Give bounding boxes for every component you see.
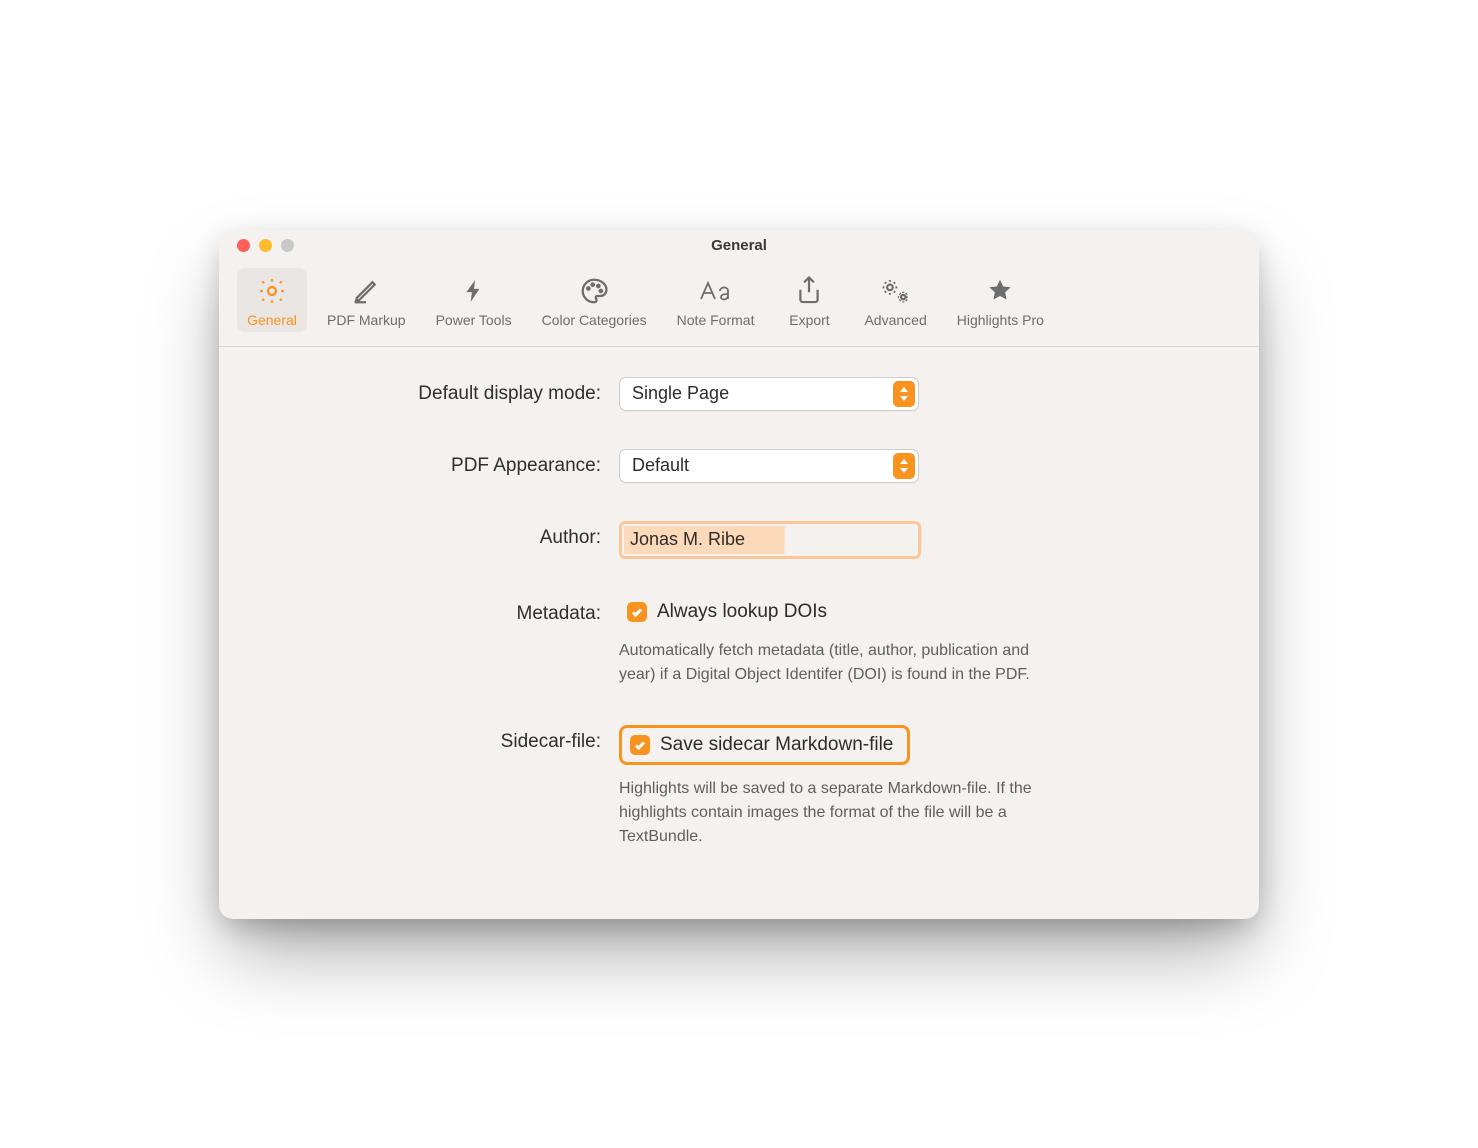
- traffic-lights: [237, 239, 294, 252]
- pdf-appearance-select[interactable]: Default: [619, 449, 919, 483]
- palette-icon: [578, 274, 610, 308]
- typography-icon: [698, 274, 734, 308]
- zoom-window-button[interactable]: [281, 239, 294, 252]
- general-form: Default display mode: Single Page PDF Ap…: [219, 347, 1259, 919]
- tab-label: PDF Markup: [327, 312, 406, 328]
- chevrons-up-down-icon: [893, 453, 915, 479]
- author-field-highlight: [619, 521, 921, 559]
- tab-label: Color Categories: [542, 312, 647, 328]
- gears-icon: [879, 274, 913, 308]
- window-title: General: [219, 237, 1259, 254]
- row-sidecar: Sidecar-file: Save sidecar Markdown-file…: [279, 725, 1199, 849]
- star-icon: [985, 274, 1015, 308]
- tab-label: Power Tools: [436, 312, 512, 328]
- pdf-appearance-label: PDF Appearance:: [279, 449, 619, 477]
- tab-label: Highlights Pro: [957, 312, 1044, 328]
- chevrons-up-down-icon: [893, 381, 915, 407]
- sidecar-checkbox[interactable]: [630, 735, 650, 755]
- tab-power-tools[interactable]: Power Tools: [426, 268, 522, 332]
- metadata-help-text: Automatically fetch metadata (title, aut…: [619, 639, 1049, 687]
- preferences-window: General General PDF Markup Power Tools: [219, 230, 1259, 919]
- author-input[interactable]: [624, 526, 916, 554]
- pencil-icon: [351, 274, 381, 308]
- tab-export[interactable]: Export: [774, 268, 844, 332]
- metadata-checkbox[interactable]: [627, 602, 647, 622]
- metadata-checkbox-row[interactable]: Always lookup DOIs: [619, 597, 1059, 627]
- tab-advanced[interactable]: Advanced: [854, 268, 936, 332]
- tab-note-format[interactable]: Note Format: [667, 268, 765, 332]
- display-mode-select[interactable]: Single Page: [619, 377, 919, 411]
- row-pdf-appearance: PDF Appearance: Default: [279, 449, 1199, 483]
- bolt-icon: [461, 274, 487, 308]
- tab-label: Export: [789, 312, 829, 328]
- row-metadata: Metadata: Always lookup DOIs Automatical…: [279, 597, 1199, 687]
- gear-icon: [257, 274, 287, 308]
- checkmark-icon: [630, 605, 644, 619]
- author-label: Author:: [279, 521, 619, 549]
- minimize-window-button[interactable]: [259, 239, 272, 252]
- tab-label: Advanced: [864, 312, 926, 328]
- sidecar-help-text: Highlights will be saved to a separate M…: [619, 777, 1049, 849]
- tab-pdf-markup[interactable]: PDF Markup: [317, 268, 416, 332]
- display-mode-value: Single Page: [632, 383, 729, 404]
- tab-highlights-pro[interactable]: Highlights Pro: [947, 268, 1054, 332]
- pdf-appearance-value: Default: [632, 455, 689, 476]
- tab-label: Note Format: [677, 312, 755, 328]
- close-window-button[interactable]: [237, 239, 250, 252]
- sidecar-label: Sidecar-file:: [279, 725, 619, 753]
- sidecar-checkbox-label: Save sidecar Markdown-file: [660, 734, 893, 756]
- tab-label: General: [247, 312, 297, 328]
- export-icon: [794, 274, 824, 308]
- checkmark-icon: [633, 738, 647, 752]
- metadata-label: Metadata:: [279, 597, 619, 625]
- titlebar: General: [219, 230, 1259, 262]
- row-author: Author:: [279, 521, 1199, 559]
- sidecar-checkbox-row[interactable]: Save sidecar Markdown-file: [619, 725, 910, 765]
- preferences-toolbar: General PDF Markup Power Tools Color Cat…: [219, 262, 1259, 347]
- metadata-checkbox-label: Always lookup DOIs: [657, 601, 827, 623]
- display-mode-label: Default display mode:: [279, 377, 619, 405]
- tab-color-categories[interactable]: Color Categories: [532, 268, 657, 332]
- tab-general[interactable]: General: [237, 268, 307, 332]
- row-display-mode: Default display mode: Single Page: [279, 377, 1199, 411]
